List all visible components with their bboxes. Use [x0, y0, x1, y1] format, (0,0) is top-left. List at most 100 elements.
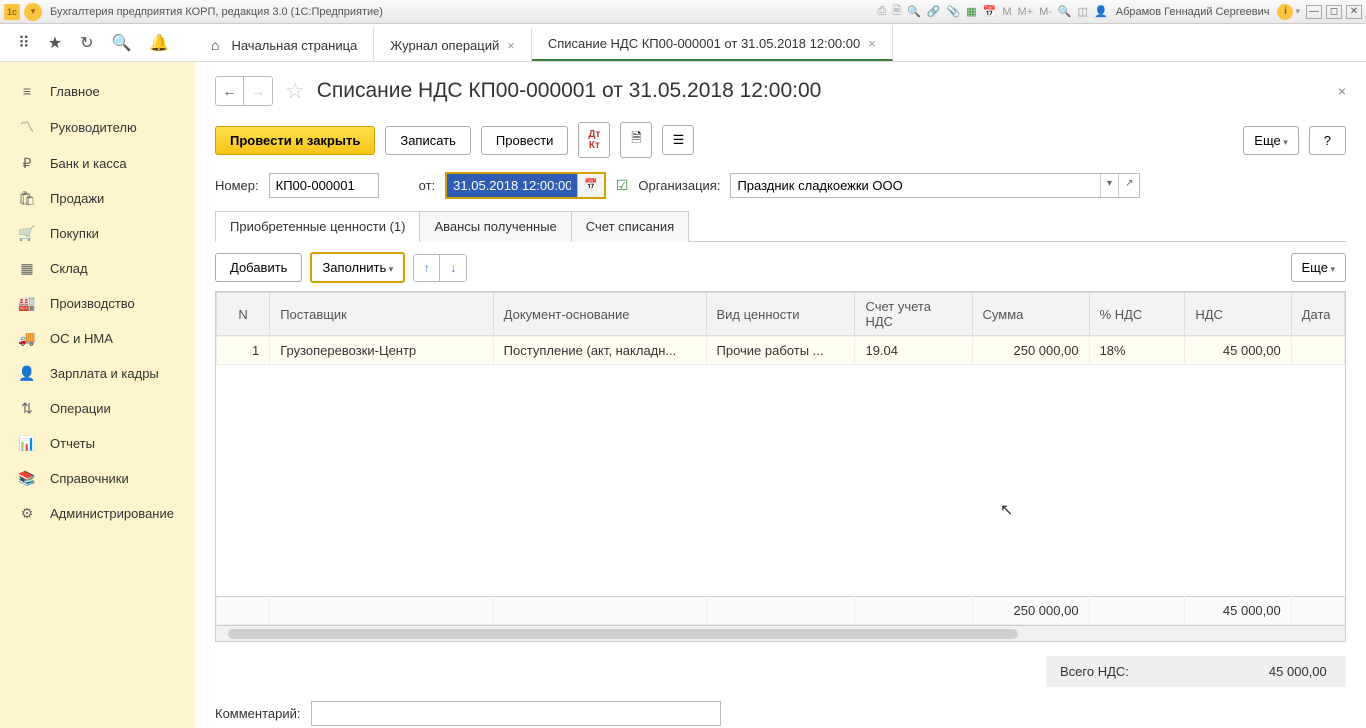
- col-nds[interactable]: НДС: [1185, 293, 1291, 336]
- sidebar-item-bank[interactable]: ₽Банк и касса: [0, 146, 195, 181]
- col-n[interactable]: N: [217, 293, 270, 336]
- close-icon[interactable]: ×: [507, 38, 515, 53]
- calendar-icon[interactable]: 📅: [983, 5, 997, 18]
- maximize-button[interactable]: ◻: [1326, 5, 1342, 19]
- tab-document[interactable]: Списание НДС КП00-000001 от 31.05.2018 1…: [532, 26, 893, 61]
- user-name[interactable]: Абрамов Геннадий Сергеевич: [1116, 6, 1270, 18]
- cell-doc[interactable]: Поступление (акт, накладн...: [493, 337, 706, 365]
- comment-input[interactable]: [311, 701, 721, 726]
- move-up-icon[interactable]: ↑: [414, 255, 440, 281]
- search-icon[interactable]: 🔍: [907, 5, 921, 18]
- dropdown-icon[interactable]: ▾: [1100, 174, 1118, 197]
- link-icon[interactable]: 🔗: [927, 5, 941, 18]
- star-icon[interactable]: ★: [48, 33, 62, 53]
- cell-nds[interactable]: 45 000,00: [1185, 337, 1291, 365]
- table-header-row: N Поставщик Документ-основание Вид ценно…: [217, 293, 1345, 336]
- sidebar-item-manager[interactable]: 〽Руководителю: [0, 108, 195, 146]
- number-label: Номер:: [215, 178, 259, 193]
- calendar-icon[interactable]: 📅: [577, 174, 604, 197]
- more-button[interactable]: Еще: [1243, 126, 1298, 155]
- minimize-button[interactable]: —: [1306, 5, 1322, 19]
- sidebar-item-catalogs[interactable]: 📚Справочники: [0, 461, 195, 496]
- table-footer-row: 250 000,00 45 000,00: [217, 597, 1345, 625]
- sidebar-item-main[interactable]: ≡Главное: [0, 74, 195, 108]
- number-input[interactable]: [269, 173, 379, 198]
- sidebar-item-admin[interactable]: ⚙Администрирование: [0, 496, 195, 531]
- table-row[interactable]: 1 Грузоперевозки-Центр Поступление (акт,…: [217, 337, 1345, 365]
- dropdown-icon[interactable]: ▾: [24, 3, 42, 21]
- sidebar-item-sales[interactable]: 🛍Продажи: [0, 181, 195, 216]
- post-and-close-button[interactable]: Провести и закрыть: [215, 126, 375, 155]
- close-icon[interactable]: ×: [868, 36, 876, 51]
- dt-kt-button[interactable]: ДтКт: [578, 122, 610, 158]
- close-button[interactable]: ✕: [1346, 5, 1362, 19]
- org-input[interactable]: [731, 174, 1100, 197]
- fill-button[interactable]: Заполнить: [310, 252, 405, 283]
- col-type[interactable]: Вид ценности: [706, 293, 855, 336]
- list-button[interactable]: ☰: [662, 125, 694, 155]
- calc-icon[interactable]: ▦: [966, 5, 976, 18]
- col-supplier[interactable]: Поставщик: [270, 293, 493, 336]
- subtab-advances[interactable]: Авансы полученные: [419, 211, 571, 242]
- sidebar-item-purchases[interactable]: 🛒Покупки: [0, 216, 195, 251]
- tab-bar: ⌂ Начальная страница Журнал операций × С…: [195, 24, 1366, 61]
- ruble-icon: ₽: [18, 155, 36, 172]
- m-clear[interactable]: M: [1002, 6, 1011, 18]
- horizontal-scrollbar[interactable]: [216, 625, 1345, 641]
- col-date[interactable]: Дата: [1291, 293, 1344, 336]
- tab-journal[interactable]: Журнал операций ×: [374, 28, 532, 61]
- zoom-icon[interactable]: 🔍: [1058, 5, 1072, 18]
- cell-supplier[interactable]: Грузоперевозки-Центр: [270, 337, 493, 365]
- sidebar-item-production[interactable]: 🏭Производство: [0, 286, 195, 321]
- panel-icon[interactable]: ◫: [1078, 5, 1088, 18]
- cell-date[interactable]: [1291, 337, 1344, 365]
- bell-icon[interactable]: 🔔: [149, 33, 169, 53]
- write-button[interactable]: Записать: [385, 126, 471, 155]
- top-nav: ⠿ ★ ↻ 🔍 🔔 ⌂ Начальная страница Журнал оп…: [0, 24, 1366, 62]
- help-button[interactable]: ?: [1309, 126, 1346, 155]
- col-doc[interactable]: Документ-основание: [493, 293, 706, 336]
- open-icon[interactable]: ↗: [1118, 174, 1139, 197]
- forward-button[interactable]: →: [244, 77, 272, 105]
- tab-more-button[interactable]: Еще: [1291, 253, 1346, 282]
- sidebar-item-label: Администрирование: [50, 506, 174, 521]
- cell-pct[interactable]: 18%: [1089, 337, 1185, 365]
- history-icon[interactable]: ↻: [80, 33, 93, 53]
- truck-icon: 🚚: [18, 330, 36, 347]
- subtab-account[interactable]: Счет списания: [571, 211, 689, 242]
- tab-home[interactable]: ⌂ Начальная страница: [195, 27, 374, 61]
- date-input[interactable]: [447, 174, 577, 197]
- close-document-icon[interactable]: ×: [1338, 83, 1346, 99]
- cell-acct[interactable]: 19.04: [855, 337, 972, 365]
- m-minus[interactable]: M-: [1039, 6, 1052, 18]
- cell-type[interactable]: Прочие работы ...: [706, 337, 855, 365]
- add-button[interactable]: Добавить: [215, 253, 302, 282]
- sidebar-item-operations[interactable]: ⇅Операции: [0, 391, 195, 426]
- clip-icon[interactable]: 📎: [947, 5, 961, 18]
- sidebar-item-assets[interactable]: 🚚ОС и НМА: [0, 321, 195, 356]
- print-icon[interactable]: ⎙: [877, 5, 886, 18]
- col-acct[interactable]: Счет учета НДС: [855, 293, 972, 336]
- footer-nds: 45 000,00: [1185, 597, 1291, 625]
- sidebar-item-reports[interactable]: 📊Отчеты: [0, 426, 195, 461]
- info-dropdown-icon[interactable]: ▾: [1295, 6, 1300, 17]
- col-pct[interactable]: % НДС: [1089, 293, 1185, 336]
- m-plus[interactable]: M+: [1018, 6, 1034, 18]
- apps-icon[interactable]: ⠿: [18, 33, 30, 53]
- cart-icon: 🛒: [18, 225, 36, 242]
- move-down-icon[interactable]: ↓: [440, 255, 466, 281]
- cell-n[interactable]: 1: [217, 337, 270, 365]
- doc-icon[interactable]: 🗎: [892, 2, 901, 21]
- favorite-star-icon[interactable]: ☆: [285, 78, 305, 104]
- cell-sum[interactable]: 250 000,00: [972, 337, 1089, 365]
- post-button[interactable]: Провести: [481, 126, 569, 155]
- col-sum[interactable]: Сумма: [972, 293, 1089, 336]
- sidebar-item-warehouse[interactable]: ▦Склад: [0, 251, 195, 286]
- back-button[interactable]: ←: [216, 77, 244, 105]
- info-icon[interactable]: i: [1277, 4, 1293, 20]
- sidebar-item-hr[interactable]: 👤Зарплата и кадры: [0, 356, 195, 391]
- subtab-values[interactable]: Приобретенные ценности (1): [215, 211, 420, 242]
- find-icon[interactable]: 🔍: [111, 33, 131, 53]
- check-icon[interactable]: ☑: [616, 177, 629, 194]
- report-button[interactable]: 🗎: [620, 122, 652, 158]
